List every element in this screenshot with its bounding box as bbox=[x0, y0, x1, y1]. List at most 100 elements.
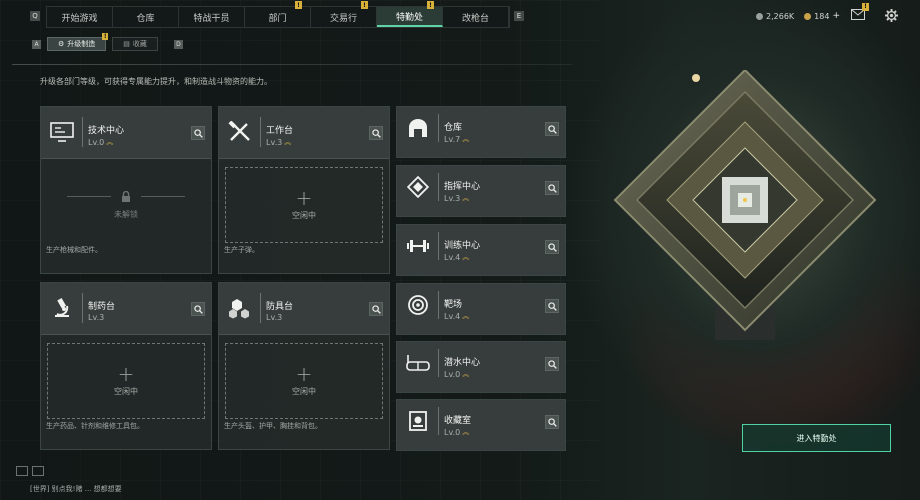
dumbbell-icon bbox=[402, 231, 434, 261]
facility-card-workbench[interactable]: 工作台 Lv.3 ︽ + 空闲中 生产子弹。 bbox=[218, 106, 390, 274]
subtab-collection[interactable]: ▤ 收藏 bbox=[112, 37, 158, 51]
card-header: 制药台 Lv.3 bbox=[41, 283, 211, 335]
facility-card-shooting-range[interactable]: 靶场 Lv.4 ︽ bbox=[396, 283, 566, 335]
card-header: 靶场 Lv.4 ︽ bbox=[397, 284, 565, 334]
upgrade-chevron-icon: ︽ bbox=[462, 370, 470, 378]
add-icon: + bbox=[117, 361, 135, 386]
add-icon: + bbox=[295, 185, 313, 210]
add-icon: + bbox=[295, 361, 313, 386]
facility-card-warehouse[interactable]: 仓库 Lv.7 ︽ bbox=[396, 106, 566, 158]
gold-coin-icon bbox=[804, 12, 812, 20]
tab-trading[interactable]: 交易行! bbox=[311, 1, 377, 27]
upgrade-chevron-icon: ︽ bbox=[462, 194, 470, 202]
production-slot-locked: 未解锁 bbox=[47, 167, 205, 243]
notification-badge: ! bbox=[361, 1, 368, 9]
facility-level: Lv.0 ︽ bbox=[444, 369, 470, 379]
separator bbox=[438, 407, 439, 435]
production-slot-idle[interactable]: + 空闲中 bbox=[225, 343, 383, 419]
tab-start-game[interactable]: 开始游戏 bbox=[47, 7, 113, 27]
card-header: 技术中心 Lv.0 ︽ bbox=[41, 107, 211, 159]
facility-description: 生产药品、针剂和维修工具包。 bbox=[46, 422, 144, 430]
separator bbox=[438, 232, 439, 260]
gold-currency[interactable]: 184 + bbox=[804, 11, 840, 21]
nav-next-key[interactable]: E bbox=[514, 11, 524, 21]
command-icon bbox=[402, 172, 434, 202]
search-icon[interactable] bbox=[545, 415, 559, 429]
chat-expand-icon[interactable] bbox=[32, 466, 44, 476]
tab-departments[interactable]: 部门! bbox=[245, 1, 311, 27]
chat-message[interactable]: [世界] 别点我!赌 ... 想都想要 bbox=[30, 484, 122, 494]
nav-prev-key[interactable]: Q bbox=[30, 11, 40, 21]
separator bbox=[438, 173, 439, 201]
facility-level: Lv.7 ︽ bbox=[444, 134, 470, 144]
production-slot-idle[interactable]: + 空闲中 bbox=[225, 167, 383, 243]
separator bbox=[82, 293, 83, 323]
search-icon[interactable] bbox=[545, 181, 559, 195]
card-header: 仓库 Lv.7 ︽ bbox=[397, 107, 565, 157]
facility-name: 防具台 bbox=[266, 302, 294, 312]
enter-special-ops-button[interactable]: 进入特勤处 bbox=[742, 424, 891, 452]
subtab-next-key[interactable]: D bbox=[173, 39, 183, 49]
slot-status: 空闲中 bbox=[114, 386, 138, 396]
card-header: 防具台 Lv.3 bbox=[219, 283, 389, 335]
facility-name: 潜水中心 bbox=[444, 358, 481, 368]
top-bar: Q 开始游戏 仓库 特战干员 部门! 交易行! 特勤处! 改枪台 E 2,266… bbox=[0, 0, 920, 30]
production-slot-idle[interactable]: + 空闲中 bbox=[47, 343, 205, 419]
gear-icon[interactable] bbox=[884, 9, 898, 22]
facility-level: Lv.3 ︽ bbox=[266, 137, 292, 147]
facility-name: 收藏室 bbox=[444, 416, 472, 426]
facility-card-command-center[interactable]: 指挥中心 Lv.3 ︽ bbox=[396, 165, 566, 217]
armor-icon bbox=[224, 293, 256, 323]
tab-gunsmith[interactable]: 改枪台 bbox=[443, 7, 509, 27]
upgrade-chevron-icon: ︽ bbox=[462, 312, 470, 320]
search-icon[interactable] bbox=[545, 299, 559, 313]
page-description: 升级各部门等级，可获得专属能力提升，和制造战斗物资的能力。 bbox=[40, 77, 272, 86]
facility-card-collection-room[interactable]: 收藏室 Lv.0 ︽ bbox=[396, 399, 566, 451]
tab-special-ops[interactable]: 特勤处! bbox=[377, 1, 443, 27]
mail-icon[interactable]: ! bbox=[851, 3, 869, 21]
upgrade-chevron-icon: ︽ bbox=[284, 138, 292, 146]
search-icon[interactable] bbox=[545, 240, 559, 254]
subtab-upgrade-craft[interactable]: ⚙ 升级制造 ! bbox=[47, 33, 109, 51]
search-icon[interactable] bbox=[191, 302, 205, 316]
collection-icon bbox=[402, 406, 434, 436]
facility-name: 仓库 bbox=[444, 123, 463, 133]
facility-level: Lv.4 ︽ bbox=[444, 252, 470, 262]
facility-name: 指挥中心 bbox=[444, 182, 481, 192]
resources: 2,266K 184 + bbox=[756, 11, 840, 21]
divider bbox=[12, 64, 572, 65]
search-icon[interactable] bbox=[545, 122, 559, 136]
facility-name: 技术中心 bbox=[88, 126, 125, 136]
silver-coin-icon bbox=[756, 12, 764, 20]
slot-status: 空闲中 bbox=[292, 210, 316, 220]
facility-card-training-center[interactable]: 训练中心 Lv.4 ︽ bbox=[396, 224, 566, 276]
collection-tab-icon: ▤ bbox=[123, 40, 130, 48]
upgrade-chevron-icon: ︽ bbox=[462, 135, 470, 143]
upgrade-chevron-icon: ︽ bbox=[106, 138, 114, 146]
microscope-icon bbox=[46, 293, 78, 323]
search-icon[interactable] bbox=[369, 302, 383, 316]
divider bbox=[67, 196, 111, 197]
slot-status: 未解锁 bbox=[114, 209, 138, 219]
warehouse-icon bbox=[402, 113, 434, 143]
search-icon[interactable] bbox=[545, 357, 559, 371]
tab-warehouse[interactable]: 仓库 bbox=[113, 7, 179, 27]
add-currency-icon[interactable]: + bbox=[832, 11, 840, 21]
upgrade-chevron-icon: ︽ bbox=[462, 428, 470, 436]
chat-toggle-icon[interactable] bbox=[16, 466, 28, 476]
separator bbox=[82, 117, 83, 147]
wrench-icon: ⚙ bbox=[58, 40, 65, 48]
search-icon[interactable] bbox=[369, 126, 383, 140]
facility-card-tech-center[interactable]: 技术中心 Lv.0 ︽ 未解锁 生产枪械和配件。 bbox=[40, 106, 212, 274]
facility-card-armor-bench[interactable]: 防具台 Lv.3 + 空闲中 生产头盔、护甲、胸挂和背包。 bbox=[218, 282, 390, 450]
subtab-prev-key[interactable]: A bbox=[32, 39, 41, 49]
notification-badge: ! bbox=[427, 1, 434, 9]
facility-card-diving-center[interactable]: 潜水中心 Lv.0 ︽ bbox=[396, 341, 566, 393]
search-icon[interactable] bbox=[191, 126, 205, 140]
facility-card-pharmacy[interactable]: 制药台 Lv.3 + 空闲中 生产药品、针剂和维修工具包。 bbox=[40, 282, 212, 450]
tab-operators[interactable]: 特战干员 bbox=[179, 7, 245, 27]
slot-status: 空闲中 bbox=[292, 386, 316, 396]
card-header: 指挥中心 Lv.3 ︽ bbox=[397, 166, 565, 216]
facility-name: 靶场 bbox=[444, 300, 463, 310]
notification-badge: ! bbox=[862, 3, 869, 11]
